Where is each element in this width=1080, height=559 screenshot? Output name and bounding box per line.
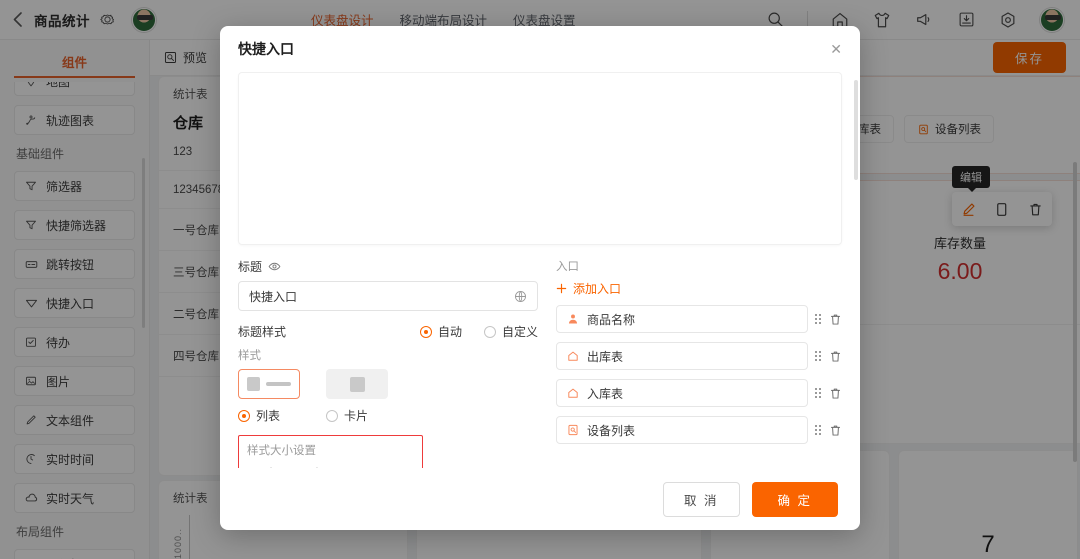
title-style-row: 标题样式 自动 自定义 bbox=[238, 323, 538, 340]
drag-handle-icon[interactable] bbox=[815, 351, 821, 361]
size-option-medium[interactable]: 中 bbox=[293, 465, 323, 468]
radio-label: 小 bbox=[357, 465, 369, 468]
entry-label: 入库表 bbox=[587, 386, 624, 401]
entry-field-outbound-table[interactable]: 出库表 bbox=[556, 342, 808, 370]
title-input[interactable]: 快捷入口 bbox=[238, 281, 538, 311]
plus-icon bbox=[556, 283, 567, 294]
globe-translate-icon[interactable] bbox=[513, 289, 527, 303]
style-choice-card[interactable]: 卡片 bbox=[326, 369, 388, 424]
style-thumb-card bbox=[326, 369, 388, 399]
radio-label: 卡片 bbox=[344, 409, 369, 423]
thumb-square bbox=[349, 376, 365, 392]
entry-row: 出库表 bbox=[556, 342, 842, 370]
confirm-button[interactable]: 确 定 bbox=[751, 481, 838, 517]
title-field-label-row: 标题 bbox=[238, 258, 538, 275]
trash-icon[interactable] bbox=[828, 386, 842, 400]
radio-dot bbox=[238, 409, 250, 422]
entry-label: 出库表 bbox=[587, 349, 624, 364]
entry-label: 设备列表 bbox=[587, 423, 636, 438]
style-size-radios: 大 中 小 bbox=[247, 465, 414, 468]
home-icon bbox=[566, 350, 579, 363]
radio-dot bbox=[247, 467, 259, 468]
radio-label: 中 bbox=[311, 465, 323, 468]
title-style-label: 标题样式 bbox=[238, 325, 287, 339]
modal-body: 标题 快捷入口 标题样式 自动 自定义 样式 列表 卡片 样式大小设置 入口 添… bbox=[220, 72, 860, 468]
drag-handle-icon[interactable] bbox=[815, 425, 821, 435]
style-list-caption[interactable]: 列表 bbox=[238, 407, 300, 424]
title-style-radios: 自动 自定义 bbox=[419, 323, 538, 340]
style-thumb-list bbox=[238, 369, 300, 399]
size-option-small[interactable]: 小 bbox=[339, 465, 369, 468]
radio-dot bbox=[293, 467, 306, 468]
title-field-label: 标题 bbox=[238, 260, 263, 274]
modal-title: 快捷入口 bbox=[238, 41, 294, 57]
style-choices: 列表 卡片 bbox=[238, 369, 538, 424]
style-sublabel: 样式 bbox=[238, 350, 261, 362]
radio-dot bbox=[339, 467, 352, 468]
add-entry-label: 添加入口 bbox=[573, 282, 622, 296]
modal-footer: 取 消 确 定 bbox=[220, 468, 860, 530]
entry-field-product-name[interactable]: 商品名称 bbox=[556, 305, 808, 333]
drag-handle-icon[interactable] bbox=[815, 388, 821, 398]
radio-dot bbox=[419, 325, 432, 338]
settings-columns: 标题 快捷入口 标题样式 自动 自定义 样式 列表 卡片 样式大小设置 入口 添… bbox=[238, 245, 842, 468]
doc-search-icon bbox=[566, 424, 579, 437]
close-icon[interactable]: ✕ bbox=[830, 42, 842, 56]
drag-handle-icon[interactable] bbox=[815, 314, 821, 324]
radio-label: 自定义 bbox=[501, 325, 538, 339]
screen-root: 商品统计 仪表盘设计 移动端布局设计 仪表盘设置 组件 轨迹图表 基础组件 筛选… bbox=[0, 0, 1080, 559]
thumb-square bbox=[247, 377, 260, 391]
cancel-button[interactable]: 取 消 bbox=[663, 481, 740, 517]
radio-label: 大 bbox=[265, 465, 277, 468]
eye-icon[interactable] bbox=[268, 260, 281, 273]
radio-dot bbox=[326, 409, 338, 422]
home-icon bbox=[566, 387, 579, 400]
entries-label: 入口 bbox=[556, 261, 579, 273]
modal-scrollbar[interactable] bbox=[854, 80, 858, 180]
add-entry-button[interactable]: 添加入口 bbox=[556, 280, 842, 297]
title-style-auto[interactable]: 自动 bbox=[419, 323, 462, 340]
size-option-large[interactable]: 大 bbox=[247, 465, 277, 468]
trash-icon[interactable] bbox=[828, 423, 842, 437]
trash-icon[interactable] bbox=[828, 312, 842, 326]
modal-header: 快捷入口 ✕ bbox=[220, 26, 860, 72]
entry-field-device-list[interactable]: 设备列表 bbox=[556, 416, 808, 444]
radio-label: 列表 bbox=[256, 409, 281, 423]
entry-row: 商品名称 bbox=[556, 305, 842, 333]
style-card-caption[interactable]: 卡片 bbox=[326, 407, 388, 424]
entry-label: 商品名称 bbox=[587, 312, 636, 327]
settings-left-column: 标题 快捷入口 标题样式 自动 自定义 样式 列表 卡片 样式大小设置 bbox=[238, 258, 538, 468]
widget-preview-area bbox=[238, 72, 842, 245]
radio-label: 自动 bbox=[437, 325, 462, 339]
entry-field-inbound-table[interactable]: 入库表 bbox=[556, 379, 808, 407]
style-choice-list[interactable]: 列表 bbox=[238, 369, 300, 424]
style-size-setting-group: 样式大小设置 大 中 小 bbox=[238, 435, 423, 468]
person-icon bbox=[566, 313, 579, 326]
settings-right-column: 入口 添加入口 商品名称 出库表 入库表 设备列表 bbox=[556, 258, 842, 468]
entry-row: 入库表 bbox=[556, 379, 842, 407]
style-size-label: 样式大小设置 bbox=[247, 445, 316, 457]
title-input-value: 快捷入口 bbox=[249, 289, 298, 304]
title-style-custom[interactable]: 自定义 bbox=[483, 323, 538, 340]
radio-dot bbox=[483, 325, 496, 338]
thumb-line bbox=[265, 382, 291, 386]
entry-row: 设备列表 bbox=[556, 416, 842, 444]
quick-entry-modal: 快捷入口 ✕ 标题 快捷入口 标题样式 自动 自定义 样式 列表 卡片 样式大小… bbox=[220, 26, 860, 530]
trash-icon[interactable] bbox=[828, 349, 842, 363]
